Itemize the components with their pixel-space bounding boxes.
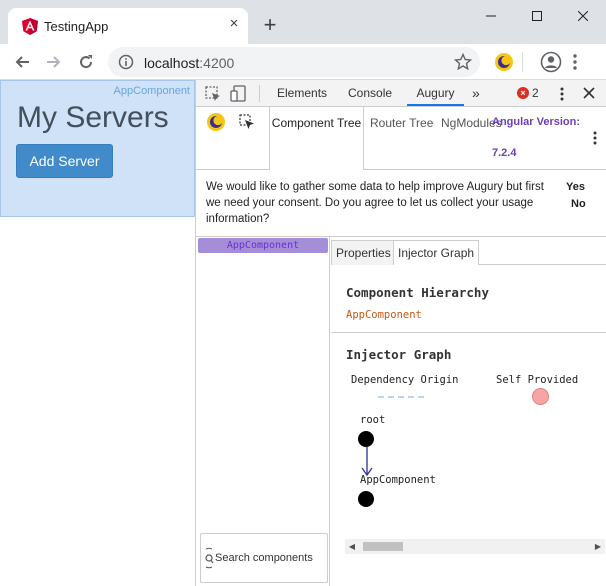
tab-close-icon[interactable]: × [226, 16, 242, 32]
augury-header: Component Tree Router Tree NgModules Ang… [196, 107, 606, 170]
augury-logo-icon[interactable] [206, 112, 226, 135]
consent-message: We would like to gather some data to hel… [206, 181, 544, 225]
browser-titlebar: TestingApp × + [0, 0, 606, 44]
devtools-panel: Elements Console Augury » × 2 Component … [195, 80, 606, 586]
angular-logo-icon [22, 18, 38, 38]
scroll-left-arrow-icon[interactable]: ◀ [345, 539, 359, 554]
search-placeholder: Search components [215, 552, 313, 564]
bookmark-star-icon[interactable] [453, 52, 473, 74]
address-bar[interactable]: localhost:4200 [108, 47, 480, 77]
graph-node-root-label: root [360, 414, 386, 426]
back-arrow-icon[interactable] [10, 50, 34, 74]
search-icon [204, 547, 214, 572]
tab-injector-graph[interactable]: Injector Graph [393, 240, 480, 265]
info-icon[interactable] [118, 54, 134, 73]
graph-node-app-component[interactable] [358, 491, 374, 507]
forward-arrow-icon[interactable] [42, 50, 66, 74]
tab-router-tree[interactable]: Router Tree [370, 107, 433, 170]
app-component-box: AppComponent My Servers Add Server [0, 80, 195, 217]
minimize-icon[interactable] [468, 0, 514, 32]
close-window-icon[interactable] [560, 0, 606, 32]
angular-version: 7.2.4 [492, 147, 517, 159]
url-host: localhost [144, 55, 200, 71]
legend-self-provided: Self Provided [496, 374, 579, 386]
augury-menu-icon[interactable] [592, 130, 598, 149]
new-tab-button[interactable]: + [258, 14, 282, 38]
legend-self-provided-dot [532, 388, 549, 405]
legend-dependency-origin: Dependency Origin [351, 374, 459, 386]
tab-separator [259, 85, 260, 102]
error-icon[interactable]: × [517, 87, 529, 99]
kebab-menu-icon[interactable] [572, 52, 578, 75]
devtools-tabbar: Elements Console Augury » × 2 [196, 80, 606, 107]
devtools-close-icon[interactable] [583, 87, 595, 102]
inspect-element-icon[interactable] [205, 86, 221, 105]
tab-component-tree[interactable]: Component Tree [269, 107, 364, 170]
browser-toolbar: localhost:4200 [0, 44, 606, 80]
detail-panel: Properties Injector Graph Component Hier… [331, 237, 606, 586]
component-label: AppComponent [113, 85, 190, 97]
browser-tab[interactable]: TestingApp × [8, 8, 248, 44]
more-tabs-icon[interactable]: » [470, 80, 482, 106]
url-text: localhost:4200 [144, 55, 234, 71]
legend-dashed-line [378, 396, 424, 398]
consent-banner: We would like to gather some data to hel… [196, 170, 606, 237]
select-element-icon[interactable] [239, 114, 255, 133]
search-components-input[interactable]: Search components [200, 533, 328, 583]
detail-tabs: Properties Injector Graph [331, 237, 606, 265]
url-port: :4200 [199, 55, 235, 71]
graph-node-root[interactable] [358, 431, 374, 447]
consent-yes-button[interactable]: Yes [566, 181, 585, 193]
injector-graph-title: Injector Graph [346, 347, 452, 362]
scrollbar-thumb[interactable] [363, 542, 403, 551]
hierarchy-component-link[interactable]: AppComponent [346, 309, 422, 321]
graph-node-app-label: AppComponent [360, 474, 436, 486]
tab-augury[interactable]: Augury [407, 80, 464, 106]
device-toolbar-icon[interactable] [230, 85, 246, 105]
reload-icon[interactable] [74, 50, 98, 74]
tab-title: TestingApp [44, 19, 109, 34]
devtools-menu-icon[interactable] [559, 86, 565, 105]
account-icon[interactable] [540, 51, 562, 76]
section-divider [331, 332, 606, 333]
tab-elements[interactable]: Elements [275, 80, 329, 106]
component-hierarchy-title: Component Hierarchy [346, 285, 489, 300]
horizontal-scrollbar[interactable]: ◀ ▶ [345, 539, 605, 554]
consent-no-button[interactable]: No [571, 198, 586, 210]
toolbar-separator [522, 52, 523, 72]
scroll-right-arrow-icon[interactable]: ▶ [591, 539, 605, 554]
maximize-icon[interactable] [514, 0, 560, 32]
tab-properties[interactable]: Properties [331, 240, 396, 265]
angular-version-label: Angular Version: [492, 116, 581, 128]
add-server-button[interactable]: Add Server [16, 144, 113, 178]
tab-console[interactable]: Console [346, 80, 394, 106]
tree-node-app-component[interactable]: AppComponent [198, 238, 328, 253]
error-count[interactable]: 2 [532, 86, 539, 100]
page-title: My Servers [17, 101, 169, 134]
component-tree-panel: AppComponent Search components [196, 237, 330, 586]
augury-extension-icon[interactable] [494, 52, 514, 75]
